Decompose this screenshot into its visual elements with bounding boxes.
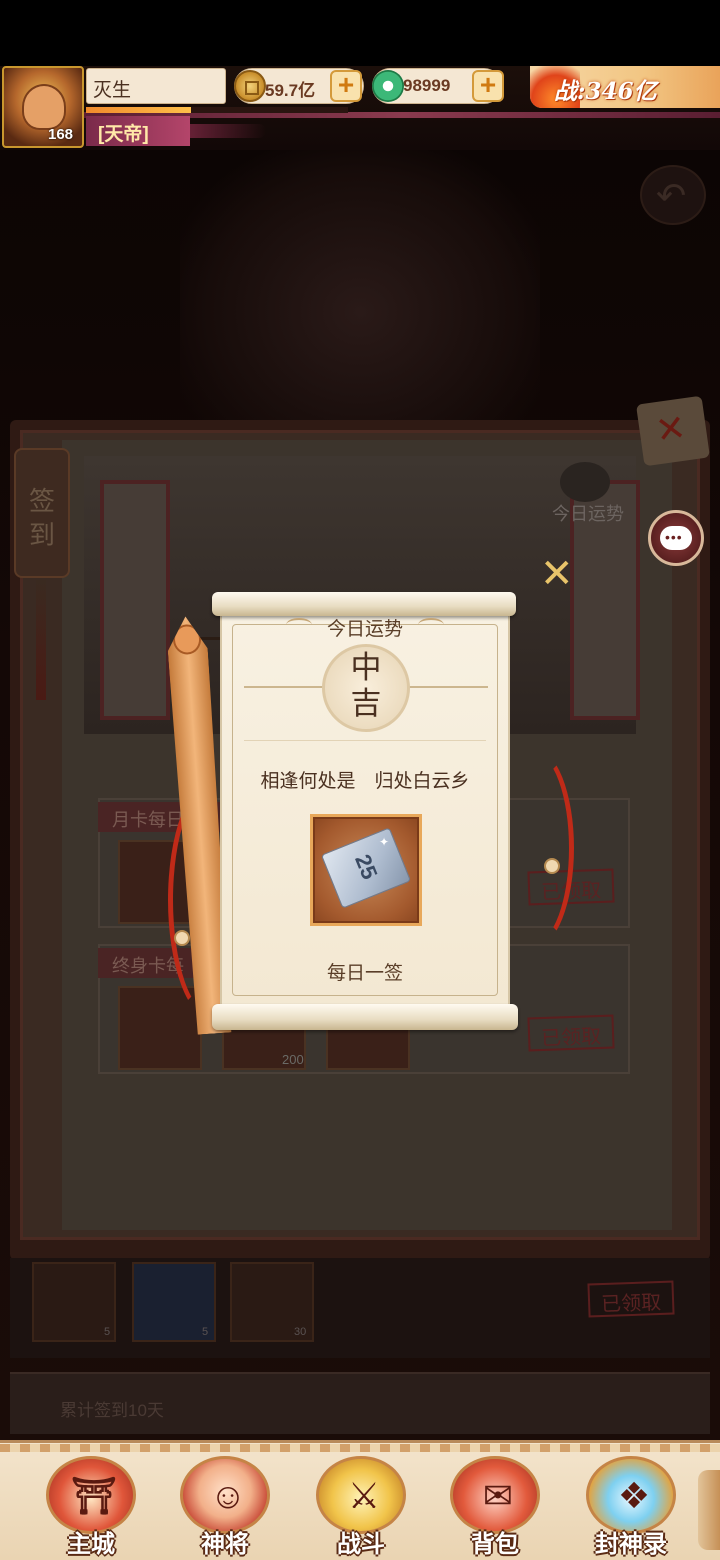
combat-power-value: 战:346亿 (554, 78, 657, 105)
hanging-scroll-left (100, 480, 170, 720)
fortune-reward-item[interactable]: 25 ✦ (310, 814, 422, 926)
chat-bubble-icon (660, 526, 692, 550)
tassel-cord (36, 580, 46, 700)
item-quantity: 200 (282, 1052, 304, 1067)
goddess-illustration (180, 150, 540, 420)
accumulate-signin-text: 累计签到10天 (60, 1401, 164, 1420)
nav-label: 封神录 (595, 1530, 667, 1558)
nav-edge-handle (698, 1470, 720, 1550)
nav-battle[interactable]: ⚔ 战斗 (302, 1452, 420, 1558)
city-gate-glyph: ⛩ (71, 1475, 117, 1516)
nav-label: 战斗 (337, 1530, 385, 1558)
backpack-glyph: ✉ (482, 1475, 514, 1516)
nav-heroes[interactable]: ☺ 神将 (166, 1452, 284, 1558)
divider-line (244, 740, 486, 741)
jade-icon (372, 70, 404, 102)
back-button[interactable]: ↶ (640, 165, 706, 225)
nav-trim (0, 1444, 720, 1452)
ticket-icon: 25 (320, 827, 412, 909)
add-gold-button[interactable]: + (330, 70, 362, 102)
scroll-bottom-roll (212, 1004, 518, 1030)
hero-glyph: ☺ (209, 1475, 247, 1516)
signin-side-tab-label: 签到 (29, 486, 56, 550)
fortune-title: 今日运势 (326, 618, 403, 640)
nav-backpack[interactable]: ✉ 背包 (436, 1452, 554, 1558)
glint-icon: ✦ (379, 835, 390, 849)
bead-icon (544, 858, 560, 874)
back-arrow-icon: ↶ (656, 175, 687, 216)
xp-bar (86, 107, 348, 113)
claimed-stamp: 已领取 (587, 1280, 675, 1318)
nav-label: 神将 (201, 1530, 249, 1558)
crossed-swords-icon: ⚔ (316, 1456, 406, 1534)
ticket-value: 25 (350, 850, 383, 883)
nav-main-city[interactable]: ⛩ 主城 (32, 1452, 150, 1558)
fortune-sticks-icon[interactable] (560, 462, 610, 502)
fortune-button-label[interactable]: 今日运势 (540, 500, 636, 526)
sparkle-icon: ✕ (540, 552, 574, 596)
item-quantity: 5 (104, 1326, 111, 1338)
status-bar-area (0, 0, 720, 66)
nav-label: 主城 (67, 1530, 115, 1558)
nav-label: 背包 (471, 1530, 519, 1558)
close-icon: ✕ (652, 406, 689, 452)
player-name: 灭生 (86, 68, 226, 104)
lot-result: 中吉 (350, 650, 382, 722)
divider-line (244, 686, 324, 688)
signin-side-tab[interactable]: 签到 (14, 448, 70, 578)
player-level: 168 (48, 126, 74, 143)
chat-button[interactable] (648, 510, 704, 566)
nav-fengshen-record[interactable]: ❖ 封神录 (572, 1452, 690, 1558)
claimed-stamp: 已领取 (527, 1014, 615, 1052)
city-gate-icon: ⛩ (46, 1456, 136, 1534)
daily-lot-label: 每日一签 (326, 963, 403, 984)
add-jade-button[interactable]: + (472, 70, 504, 102)
swords-glyph: ⚔ (347, 1475, 381, 1516)
combat-power-banner: 战:346亿 (530, 66, 720, 108)
fortune-poem: 相逢何处是 归处白云乡 (260, 771, 470, 792)
hero-portrait-icon: ☺ (180, 1456, 270, 1534)
bead-icon (174, 930, 190, 946)
item-quantity: 30 (294, 1326, 307, 1338)
xp-bar-fill (86, 107, 191, 113)
title-badge-tail (186, 124, 266, 138)
close-panel-button[interactable]: ✕ (636, 395, 710, 467)
gold-coin-icon (234, 70, 266, 102)
player-title-badge: [天帝] (86, 116, 190, 146)
divider-line (408, 686, 488, 688)
scroll-record-icon: ❖ (586, 1456, 676, 1534)
scroll-top-roll (212, 592, 516, 616)
backpack-icon: ✉ (450, 1456, 540, 1534)
item-quantity: 5 (202, 1326, 209, 1338)
avatar-face-icon (22, 84, 66, 130)
scroll-glyph: ❖ (617, 1475, 651, 1516)
